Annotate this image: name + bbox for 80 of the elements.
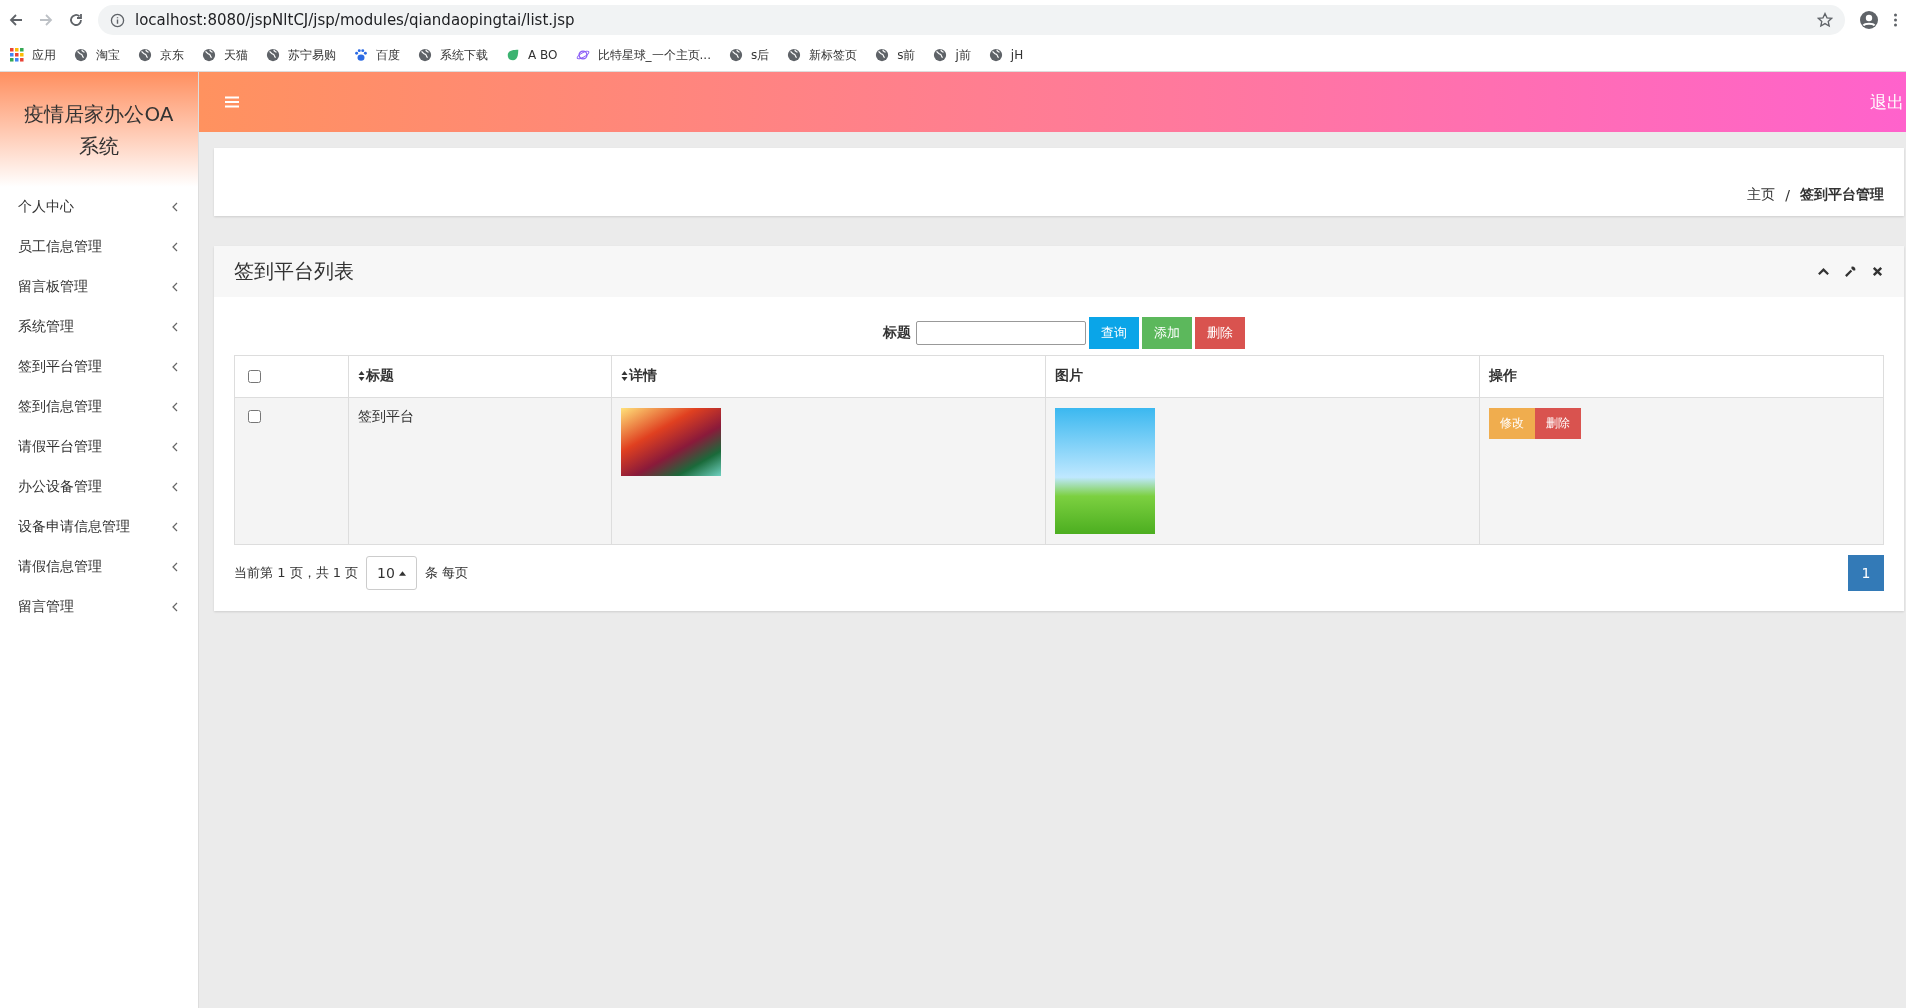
table-cell-text: 签到平台: [358, 408, 414, 424]
apps-grid-icon: [10, 48, 24, 62]
breadcrumb-separator: /: [1785, 187, 1790, 203]
toolbar-button[interactable]: 删除: [1195, 317, 1245, 349]
sidebar-item[interactable]: 请假平台管理: [0, 427, 198, 467]
chevron-left-icon: [172, 522, 178, 532]
chevron-left-icon: [172, 562, 178, 572]
sidebar-item[interactable]: 设备申请信息管理: [0, 507, 198, 547]
bookmark[interactable]: 系统下载: [418, 46, 488, 64]
select-all-checkbox[interactable]: [248, 370, 261, 383]
globe-icon: [202, 48, 216, 62]
bookmark[interactable]: A BO: [506, 48, 558, 62]
leaf-icon: [506, 48, 520, 62]
sidebar-item[interactable]: 员工信息管理: [0, 227, 198, 267]
sidebar-item[interactable]: 签到信息管理: [0, 387, 198, 427]
chevron-left-icon: [172, 482, 178, 492]
sidebar-item[interactable]: 请假信息管理: [0, 547, 198, 587]
sidebar-item[interactable]: 系统管理: [0, 307, 198, 347]
bookmark[interactable]: 淘宝: [74, 46, 120, 64]
column-header[interactable]: 标题: [348, 355, 612, 398]
bookmark[interactable]: s前: [875, 46, 916, 64]
chevron-left-icon: [172, 282, 178, 292]
planet-icon: [575, 48, 590, 62]
address-bar[interactable]: localhost:8080/jspNltCJ/jsp/modules/qiandaopingtai/list.jsp: [98, 5, 1845, 35]
column-header: 图片: [1045, 355, 1480, 398]
page-button[interactable]: 1: [1848, 555, 1884, 591]
panel-title: 签到平台列表: [234, 258, 354, 285]
chevron-left-icon: [172, 242, 178, 252]
sidebar-item[interactable]: 留言板管理: [0, 267, 198, 307]
row-checkbox[interactable]: [248, 410, 261, 423]
page-size-select[interactable]: 10: [366, 556, 417, 590]
star-icon[interactable]: [1817, 12, 1833, 28]
row-action-button[interactable]: 删除: [1535, 408, 1581, 439]
column-header[interactable]: 详情: [611, 355, 1046, 398]
search-label: 标题: [883, 324, 911, 342]
close-icon[interactable]: [1871, 265, 1884, 278]
globe-icon: [74, 48, 88, 62]
breadcrumb-link[interactable]: 主页: [1747, 186, 1776, 204]
column-header: 操作: [1479, 355, 1884, 398]
bookmark[interactable]: 比特星球_一个主页...: [575, 46, 711, 64]
caret-up-icon: [398, 570, 406, 576]
menu-icon[interactable]: [1893, 12, 1898, 28]
info-icon: [110, 12, 125, 28]
bookmark[interactable]: 新标签页: [787, 46, 858, 64]
globe-icon: [875, 48, 890, 62]
globe-icon: [933, 48, 948, 62]
globe-icon: [728, 48, 743, 62]
bookmark[interactable]: 应用: [10, 46, 56, 64]
globe-icon: [988, 48, 1003, 62]
sidebar-item[interactable]: 个人中心: [0, 187, 198, 227]
sidebar-item[interactable]: 留言管理: [0, 587, 198, 627]
globe-icon: [418, 48, 432, 62]
chevron-left-icon: [172, 322, 178, 332]
bookmark[interactable]: s后: [728, 46, 770, 64]
breadcrumb-current: 签到平台管理: [1800, 186, 1884, 204]
sidebar-item[interactable]: 签到平台管理: [0, 347, 198, 387]
page-size-label: 条 每页: [424, 564, 469, 582]
sidebar-item[interactable]: 办公设备管理: [0, 467, 198, 507]
chevron-left-icon: [172, 362, 178, 372]
account-icon[interactable]: [1859, 10, 1879, 30]
chevron-left-icon: [172, 442, 178, 452]
reload-icon[interactable]: [68, 12, 84, 28]
paw-icon: [354, 48, 368, 62]
bookmark[interactable]: jH: [988, 48, 1024, 62]
back-icon[interactable]: [8, 12, 24, 28]
collapse-icon[interactable]: [1817, 265, 1830, 278]
globe-icon: [266, 48, 280, 62]
chevron-left-icon: [172, 202, 178, 212]
bookmark[interactable]: 天猫: [202, 46, 248, 64]
bookmark[interactable]: 苏宁易购: [266, 46, 336, 64]
chevron-left-icon: [172, 402, 178, 412]
bookmark[interactable]: j前: [933, 46, 971, 64]
page-info: 当前第 1 页，共 1 页: [234, 564, 359, 582]
app-title: 疫情居家办公OA系统: [23, 100, 175, 160]
bookmark[interactable]: 京东: [138, 46, 184, 64]
bookmark[interactable]: 百度: [354, 46, 400, 64]
chevron-left-icon: [172, 602, 178, 612]
globe-icon: [138, 48, 152, 62]
globe-icon: [787, 48, 802, 62]
title-search-field[interactable]: [916, 321, 1086, 345]
